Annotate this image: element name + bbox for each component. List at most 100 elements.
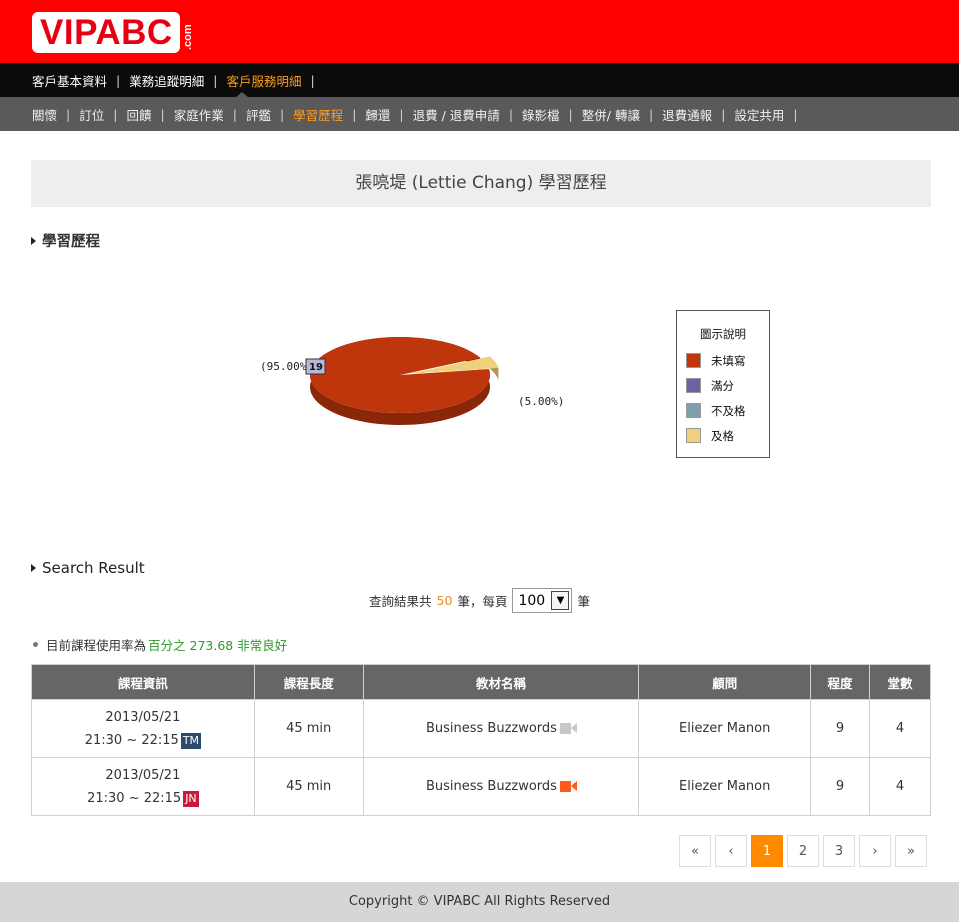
secondary-nav-item-10[interactable]: 退費通報 bbox=[662, 105, 712, 124]
legend-label: 未填寫 bbox=[711, 353, 746, 368]
section-learning-label: 學習歷程 bbox=[42, 234, 100, 250]
legend-title: 圖示說明 bbox=[700, 327, 746, 341]
chart-legend: 圖示說明 未填寫滿分不及格及格 bbox=[676, 310, 770, 458]
query-mid: 筆，每頁 bbox=[457, 594, 508, 609]
legend-label: 不及格 bbox=[711, 403, 746, 418]
nav-separator: | bbox=[352, 106, 357, 122]
primary-nav-item-2[interactable]: 客戶服務明細 bbox=[226, 71, 301, 90]
last-page-button[interactable]: » bbox=[895, 835, 927, 867]
page-title: 張喨堤 (Lettie Chang) 學習歷程 bbox=[31, 160, 931, 207]
per-page-select[interactable]: 100 ▼ bbox=[512, 588, 573, 613]
legend-swatch bbox=[686, 378, 701, 393]
nav-separator: | bbox=[648, 106, 654, 122]
prev-page-button[interactable]: ‹ bbox=[715, 835, 747, 867]
nav-separator: | bbox=[568, 106, 573, 122]
course-type-badge: TM bbox=[180, 732, 202, 749]
secondary-nav-item-2[interactable]: 回饋 bbox=[126, 105, 151, 124]
usage-line: 目前課程使用率為 百分之 273.68 非常良好 bbox=[33, 635, 287, 654]
secondary-nav-item-6[interactable]: 歸還 bbox=[365, 105, 390, 124]
query-prefix: 查詢結果共 bbox=[369, 594, 432, 609]
consultant-name: Eliezer Manon bbox=[638, 757, 812, 816]
nav-separator: | bbox=[279, 106, 285, 122]
caret-right-icon bbox=[31, 564, 36, 572]
secondary-nav-item-3[interactable]: 家庭作業 bbox=[174, 105, 224, 124]
sessions-value: 4 bbox=[869, 699, 931, 758]
column-header[interactable]: 課程長度 bbox=[253, 664, 364, 700]
camera-body bbox=[559, 781, 571, 792]
usage-text: 目前課程使用率為 bbox=[46, 638, 147, 653]
course-time-text: 21:30 ~ 22:15 bbox=[84, 732, 179, 748]
legend-swatch bbox=[686, 403, 701, 418]
camera-body bbox=[559, 723, 571, 734]
legend-item: 不及格 bbox=[677, 398, 769, 423]
table-row: 2013/05/21 21:30 ~ 22:15 TM 45 min Business … bbox=[31, 699, 931, 758]
consultant-name: Eliezer Manon bbox=[638, 699, 812, 758]
course-length: 45 min bbox=[253, 757, 364, 816]
camera-lens bbox=[570, 781, 577, 791]
course-time: 21:30 ~ 22:15 TM bbox=[32, 729, 254, 752]
pie-count-label: 19 bbox=[309, 362, 323, 373]
pie-data-label: (5.00%) bbox=[518, 395, 564, 408]
level-value: 9 bbox=[810, 699, 871, 758]
secondary-nav-item-0[interactable]: 關懷 bbox=[32, 105, 57, 124]
material-name[interactable]: Business Buzzwords bbox=[426, 779, 557, 794]
primary-nav-item-0[interactable]: 客戶基本資料 bbox=[32, 71, 107, 90]
nav-separator: | bbox=[113, 106, 118, 122]
footer-copyright: Copyright © VIPABC All Rights Reserved bbox=[0, 882, 959, 922]
page-3-button[interactable]: 3 bbox=[823, 835, 855, 867]
vipabc-logo[interactable]: VIPABC bbox=[32, 12, 180, 53]
nav-separator: | bbox=[508, 106, 514, 122]
column-header[interactable]: 程度 bbox=[810, 664, 871, 700]
legend-swatch bbox=[686, 428, 701, 443]
nav-separator: | bbox=[310, 72, 315, 88]
caret-right-icon bbox=[31, 236, 36, 245]
nav-separator: | bbox=[160, 106, 165, 122]
column-header[interactable]: 堂數 bbox=[869, 664, 931, 700]
query-summary: 查詢結果共 50 筆，每頁 100 ▼ 筆 bbox=[0, 588, 959, 613]
section-search-heading: Search Result bbox=[31, 559, 145, 577]
course-time: 21:30 ~ 22:15 JN bbox=[32, 787, 254, 810]
legend-item: 及格 bbox=[677, 423, 769, 448]
camera-lens bbox=[570, 723, 577, 733]
nav-separator: | bbox=[213, 72, 218, 88]
video-camera-icon[interactable] bbox=[559, 723, 577, 734]
sessions-value: 4 bbox=[869, 757, 931, 816]
primary-nav-item-1[interactable]: 業務追蹤明細 bbox=[129, 71, 204, 90]
nav-separator: | bbox=[66, 106, 71, 122]
material-cell: Business Buzzwords bbox=[362, 757, 640, 816]
course-date: 2013/05/21 bbox=[105, 709, 181, 725]
next-page-button[interactable]: › bbox=[859, 835, 891, 867]
secondary-nav-item-9[interactable]: 整併/ 轉讓 bbox=[582, 105, 640, 124]
course-info-cell: 2013/05/21 21:30 ~ 22:15 TM bbox=[31, 699, 255, 758]
course-type-badge: JN bbox=[183, 790, 199, 807]
legend-item: 未填寫 bbox=[677, 348, 769, 373]
secondary-nav-item-5[interactable]: 學習歷程 bbox=[293, 105, 343, 124]
secondary-nav-item-4[interactable]: 評鑑 bbox=[246, 105, 271, 124]
logo-suffix: .com bbox=[182, 24, 194, 50]
pie-chart: (95.00% 19 (5.00%) bbox=[260, 337, 564, 425]
video-camera-icon[interactable] bbox=[559, 781, 577, 792]
secondary-nav-item-8[interactable]: 錄影檔 bbox=[522, 105, 560, 124]
material-cell: Business Buzzwords bbox=[362, 699, 640, 758]
pie-data-label: (95.00% bbox=[260, 360, 307, 373]
material-name[interactable]: Business Buzzwords bbox=[426, 721, 557, 736]
table-row: 2013/05/21 21:30 ~ 22:15 JN 45 min Business … bbox=[31, 757, 931, 816]
page-1-button[interactable]: 1 bbox=[751, 835, 783, 867]
level-value: 9 bbox=[810, 757, 871, 816]
chevron-down-icon[interactable]: ▼ bbox=[551, 591, 570, 610]
course-date: 2013/05/21 bbox=[105, 767, 181, 783]
legend-item: 滿分 bbox=[677, 373, 769, 398]
first-page-button[interactable]: « bbox=[679, 835, 711, 867]
page-2-button[interactable]: 2 bbox=[787, 835, 819, 867]
column-header[interactable]: 顧問 bbox=[638, 664, 812, 700]
nav-separator: | bbox=[721, 106, 726, 122]
legend-swatch bbox=[686, 353, 701, 368]
column-header[interactable]: 課程資訊 bbox=[31, 664, 255, 700]
secondary-nav-item-11[interactable]: 設定共用 bbox=[734, 105, 784, 124]
secondary-nav-item-1[interactable]: 訂位 bbox=[79, 105, 104, 124]
pagination: «‹ 1 2 3 ›» bbox=[679, 835, 927, 867]
secondary-nav-item-7[interactable]: 退費 / 退費申請 bbox=[413, 105, 500, 124]
usage-value: 百分之 273.68 非常良好 bbox=[148, 638, 288, 653]
nav-separator: | bbox=[232, 106, 237, 122]
column-header[interactable]: 教材名稱 bbox=[362, 664, 640, 700]
